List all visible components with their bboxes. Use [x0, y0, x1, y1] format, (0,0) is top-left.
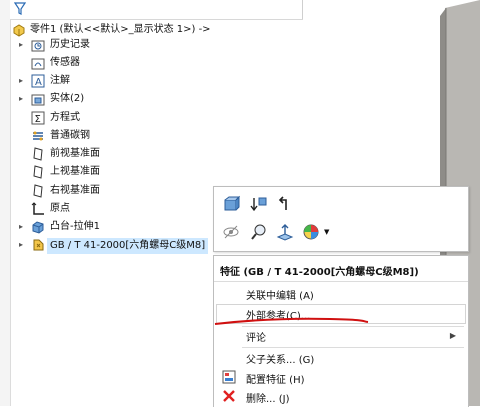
tree-item[interactable]: 上视基准面 [10, 164, 310, 182]
expand-arrow-icon[interactable]: ▸ [19, 76, 27, 86]
menu-item-label: 父子关系... (G) [246, 355, 315, 366]
submenu-arrow-icon: ▶ [449, 331, 456, 340]
menu-item-parent-child[interactable]: 父子关系... (G) [214, 348, 468, 368]
solid-bodies-icon [31, 92, 45, 106]
sensor-icon [31, 56, 45, 70]
configure-feature-icon [222, 370, 236, 387]
context-toolbar: ▼ [213, 186, 469, 252]
menu-item-label: 删除... (J) [246, 394, 290, 405]
plane-icon [31, 184, 45, 198]
tree-item[interactable]: ▸ 历史记录 [10, 37, 310, 55]
tree-item[interactable]: 普通碳钢 [10, 128, 310, 146]
annotation-icon: A [31, 74, 45, 88]
expand-arrow-icon[interactable]: ▸ [19, 222, 27, 232]
tree-item-label: 原点 [50, 203, 70, 214]
tree-item-label: 历史记录 [50, 39, 90, 50]
tree-item-label: 实体(2) [50, 93, 85, 104]
expand-arrow-icon[interactable]: ▸ [19, 40, 27, 50]
library-feature-icon [31, 238, 45, 252]
appearance-dropdown-arrow[interactable]: ▼ [324, 228, 329, 236]
tree-root-label: 零件1 (默认<<默认>_显示状态 1>) -> [30, 24, 211, 35]
svg-text:Σ: Σ [35, 114, 41, 125]
menu-item-label: 评论 [246, 333, 266, 344]
feature-tree-filter-bar [10, 0, 303, 20]
menu-item-configure-feature[interactable]: 配置特征 (H) [214, 368, 468, 388]
boss-extrude-icon [31, 220, 45, 234]
origin-icon [31, 202, 45, 216]
red-underline-annotation [214, 317, 369, 325]
menu-item-delete[interactable]: 删除... (J) [214, 387, 468, 407]
zoom-to-selection-icon[interactable] [250, 223, 268, 241]
tree-item-label: 右视基准面 [50, 185, 100, 196]
svg-text:A: A [35, 77, 42, 88]
appearance-icon[interactable] [302, 223, 320, 241]
tree-item-label: 注解 [50, 75, 70, 86]
context-menu: 特征 (GB / T 41-2000[六角螺母C级M8]) 关联中编辑 (A) … [213, 255, 469, 407]
menu-item-edit-in-context[interactable]: 关联中编辑 (A) [214, 284, 468, 304]
equations-icon: Σ [31, 111, 45, 125]
plane-icon [31, 147, 45, 161]
filter-icon[interactable] [13, 2, 27, 19]
normal-to-icon[interactable] [276, 223, 294, 241]
tree-item-label: 传感器 [50, 57, 80, 68]
expand-arrow-icon[interactable]: ▸ [19, 240, 27, 250]
expand-arrow-icon[interactable]: ▸ [19, 94, 27, 104]
tree-item-label: 方程式 [50, 112, 80, 123]
tree-item-label: 前视基准面 [50, 148, 100, 159]
history-folder-icon [31, 38, 45, 52]
tree-item-label: 凸台-拉伸1 [50, 221, 100, 232]
tree-item[interactable]: Σ 方程式 [10, 110, 310, 128]
tree-item-label: 普通碳钢 [50, 130, 90, 141]
tree-item[interactable]: ▸ A 注解 [10, 73, 310, 91]
plane-icon [31, 165, 45, 179]
parent-child-icon[interactable] [276, 195, 294, 213]
material-icon [31, 129, 45, 143]
tree-item[interactable]: ▸ 实体(2) [10, 91, 310, 109]
menu-item-label: 配置特征 (H) [246, 375, 305, 386]
delete-icon [222, 389, 236, 406]
tree-item[interactable]: 前视基准面 [10, 146, 310, 164]
menu-item-label: 关联中编辑 (A) [246, 291, 314, 302]
tree-item-label: GB / T 41-2000[六角螺母C级M8] [47, 238, 209, 254]
hide-icon[interactable] [222, 223, 240, 241]
tree-item[interactable]: 传感器 [10, 55, 310, 73]
rollback-icon[interactable] [250, 195, 268, 213]
tree-item-label: 上视基准面 [50, 166, 100, 177]
part-icon [12, 23, 26, 37]
edit-feature-icon[interactable] [222, 195, 241, 213]
context-menu-header: 特征 (GB / T 41-2000[六角螺母C级M8]) [220, 267, 419, 278]
